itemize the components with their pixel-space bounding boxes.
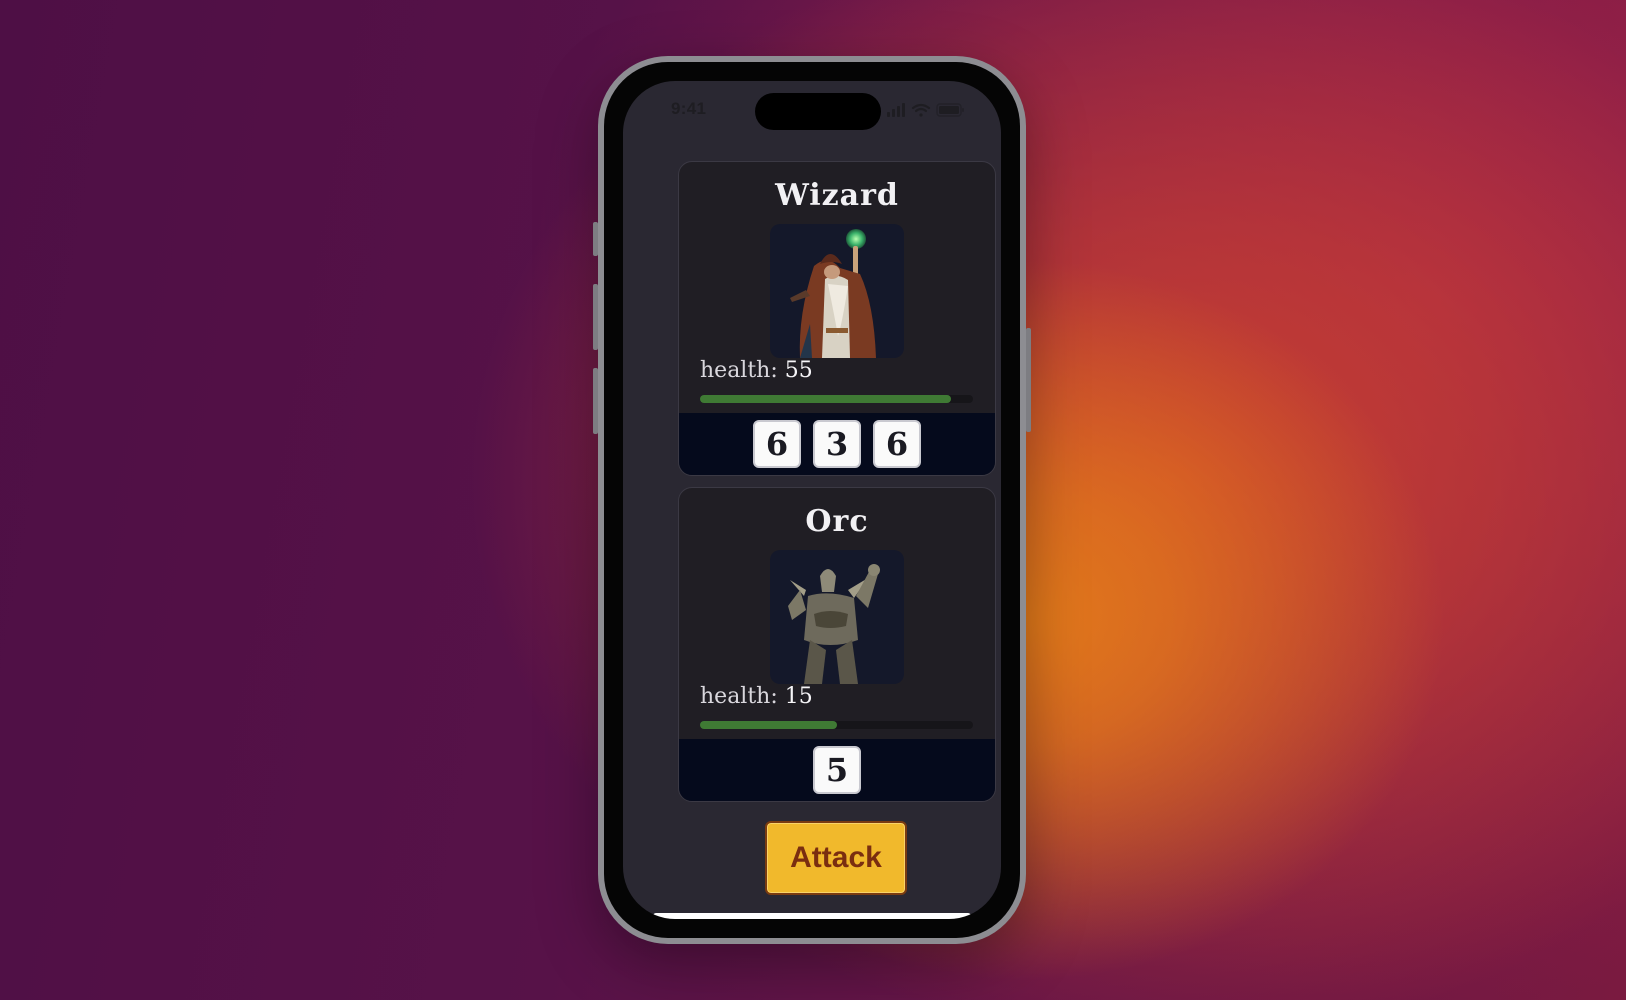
player-health-text: health: 55: [700, 358, 813, 383]
player-dice-tray: 6 3 6: [679, 413, 995, 475]
attack-button[interactable]: Attack: [765, 821, 907, 895]
enemy-card: Orc health: 15 5: [678, 487, 996, 802]
wizard-figure-icon: [790, 229, 876, 358]
enemy-health-label: health:: [700, 684, 778, 709]
enemy-portrait: [770, 550, 904, 684]
phone-frame: 9:41 Wizard health: 55 6 3 6 Orc health:…: [593, 56, 1031, 944]
status-time: 9:41: [671, 99, 707, 118]
orc-figure-icon: [788, 564, 880, 684]
enemy-dice-tray: 5: [679, 739, 995, 801]
player-card: Wizard health: 55 6 3 6: [678, 161, 996, 476]
enemy-health-fill: [700, 721, 837, 729]
dynamic-island: [755, 93, 881, 130]
enemy-health-value: 15: [784, 684, 813, 709]
app-screen: 9:41 Wizard health: 55 6 3 6 Orc health:…: [623, 81, 1001, 919]
player-health-bar: [700, 395, 973, 403]
player-die: 3: [813, 420, 861, 468]
volume-up-button: [593, 284, 598, 350]
player-die: 6: [753, 420, 801, 468]
home-indicator: [653, 913, 971, 919]
signal-icon: [887, 103, 905, 117]
enemy-health-bar: [700, 721, 973, 729]
player-name: Wizard: [775, 178, 899, 213]
player-health-fill: [700, 395, 952, 403]
enemy-name: Orc: [805, 504, 869, 539]
status-icons: [887, 103, 964, 117]
battery-icon: [936, 103, 964, 117]
player-portrait: [770, 224, 904, 358]
volume-down-button: [593, 368, 598, 434]
player-health-label: health:: [700, 358, 778, 383]
enemy-die: 5: [813, 746, 861, 794]
power-button: [1026, 328, 1031, 432]
player-die: 6: [873, 420, 921, 468]
enemy-health-text: health: 15: [700, 684, 813, 709]
action-button: [593, 222, 598, 256]
wifi-icon: [911, 103, 931, 117]
player-health-value: 55: [784, 358, 813, 383]
phone-bezel: 9:41 Wizard health: 55 6 3 6 Orc health:…: [604, 62, 1020, 938]
